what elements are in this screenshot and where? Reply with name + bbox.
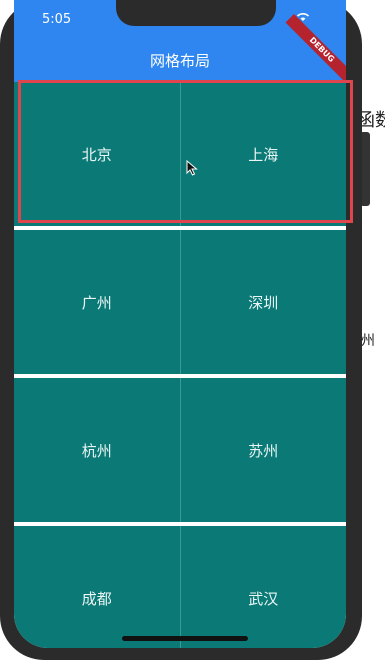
stage: 函数 州 5:05 DEBUG 网格布局 北京 上海 广州 深圳 杭州 苏州 成…: [0, 0, 385, 660]
grid-cell[interactable]: 成都: [14, 526, 180, 648]
notch: [116, 0, 276, 26]
grid-row: 杭州 苏州: [14, 378, 346, 522]
grid-cell[interactable]: 武汉: [179, 526, 346, 648]
status-time: 5:05: [42, 12, 72, 27]
grid-cell[interactable]: 广州: [14, 230, 180, 374]
grid-cell[interactable]: 杭州: [14, 378, 180, 522]
home-indicator[interactable]: [122, 636, 248, 641]
grid-cell[interactable]: 苏州: [179, 378, 346, 522]
background-text: 州: [361, 333, 375, 349]
page-title: 网格布局: [149, 52, 210, 70]
grid-row: 广州 深圳: [14, 230, 346, 374]
highlight-box: [18, 80, 353, 223]
app-bar: 5:05 DEBUG 网格布局: [14, 0, 346, 87]
grid-row: 成都 武汉: [14, 526, 346, 648]
grid-cell[interactable]: 深圳: [179, 230, 346, 374]
